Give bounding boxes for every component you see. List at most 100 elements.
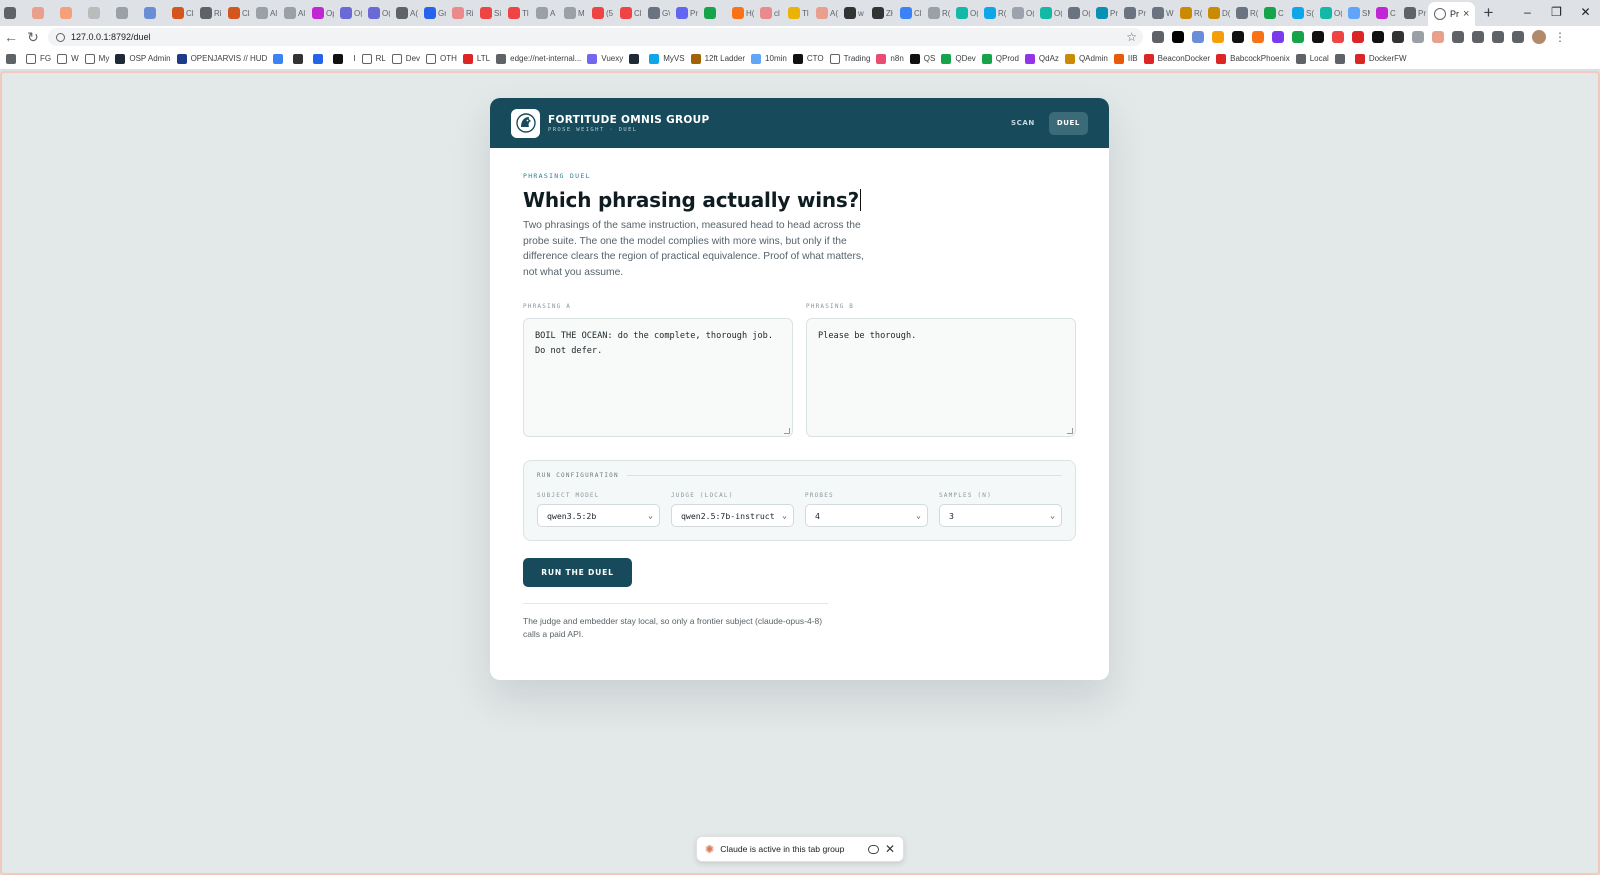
browser-tab[interactable]: Cl xyxy=(616,0,644,26)
resize-handle[interactable] xyxy=(1067,428,1073,434)
site-info-icon[interactable] xyxy=(56,32,65,42)
extension-icon[interactable] xyxy=(1472,31,1484,43)
bookmark-star-icon[interactable]: ☆ xyxy=(1126,30,1137,44)
bookmark-item[interactable]: BabcockPhoenix xyxy=(1216,53,1296,64)
browser-tab[interactable]: H( xyxy=(728,0,756,26)
close-window-button[interactable]: ✕ xyxy=(1571,0,1600,26)
browser-tab[interactable] xyxy=(84,0,112,26)
browser-tab[interactable]: SM xyxy=(1344,0,1372,26)
bookmark-item[interactable]: 10min xyxy=(751,53,793,64)
extension-icon[interactable] xyxy=(1392,31,1404,43)
bookmark-item[interactable] xyxy=(629,53,649,64)
close-tab-icon[interactable]: × xyxy=(1463,8,1469,20)
new-tab-button[interactable]: + xyxy=(1475,3,1501,23)
nav-scan[interactable]: SCAN xyxy=(1003,112,1043,135)
bookmark-item[interactable]: I xyxy=(353,54,361,63)
browser-tab[interactable]: R( xyxy=(1176,0,1204,26)
browser-tab[interactable]: O( xyxy=(1064,0,1092,26)
phrasing-b-textarea[interactable]: Please be thorough. xyxy=(806,318,1076,437)
browser-tab[interactable]: C xyxy=(1260,0,1288,26)
browser-tab[interactable]: A xyxy=(532,0,560,26)
browser-tab[interactable] xyxy=(0,0,28,26)
browser-tab[interactable] xyxy=(700,0,728,26)
bookmark-item[interactable]: RL xyxy=(361,53,392,64)
bookmark-item[interactable]: QS xyxy=(909,53,942,64)
address-bar[interactable]: 127.0.0.1:8792/duel ☆ xyxy=(48,28,1143,46)
bookmark-item[interactable]: BeaconDocker xyxy=(1143,53,1216,64)
browser-tab[interactable]: Op xyxy=(308,0,336,26)
browser-tab[interactable] xyxy=(56,0,84,26)
browser-tab[interactable]: Cl xyxy=(896,0,924,26)
avatar[interactable] xyxy=(1532,30,1546,44)
extension-icon[interactable] xyxy=(1452,31,1464,43)
subject-model-select[interactable]: qwen3.5:2b ⌄ xyxy=(537,504,660,527)
active-tab[interactable]: Pr × xyxy=(1428,2,1476,26)
browser-tab[interactable]: Pr xyxy=(1120,0,1148,26)
bookmark-item[interactable]: My xyxy=(84,53,116,64)
bookmark-item[interactable] xyxy=(333,53,353,64)
back-button[interactable]: ← xyxy=(0,29,22,45)
browser-tab[interactable]: Grc xyxy=(420,0,448,26)
nav-duel[interactable]: DUEL xyxy=(1048,111,1088,135)
chat-icon[interactable] xyxy=(867,844,879,854)
menu-icon[interactable]: ⋮ xyxy=(1554,30,1566,44)
browser-tab[interactable]: Zł xyxy=(868,0,896,26)
phrasing-a-textarea[interactable]: BOIL THE OCEAN: do the complete, thoroug… xyxy=(523,318,793,437)
bookmark-item[interactable]: QProd xyxy=(981,53,1025,64)
bookmark-item[interactable] xyxy=(313,53,333,64)
extension-icon[interactable] xyxy=(1272,31,1284,43)
browser-tab[interactable] xyxy=(140,0,168,26)
browser-tab[interactable]: O( xyxy=(1316,0,1344,26)
browser-tab[interactable]: (5 xyxy=(588,0,616,26)
bookmark-item[interactable]: CTO xyxy=(792,53,830,64)
browser-tab[interactable]: R( xyxy=(924,0,952,26)
extension-icon[interactable] xyxy=(1492,31,1504,43)
bookmark-item[interactable]: 12ft Ladder xyxy=(690,53,751,64)
probes-select[interactable]: 4 ⌄ xyxy=(805,504,928,527)
bookmark-item[interactable]: QdAz xyxy=(1024,53,1065,64)
extension-icon[interactable] xyxy=(1172,31,1184,43)
browser-tab[interactable]: Pr xyxy=(672,0,700,26)
browser-tab[interactable]: Ri xyxy=(448,0,476,26)
bookmark-item[interactable]: OPENJARVIS // HUD xyxy=(176,53,274,64)
bookmark-item[interactable]: MyVS xyxy=(649,53,690,64)
restore-button[interactable]: ❐ xyxy=(1542,0,1571,26)
minimize-button[interactable]: – xyxy=(1513,0,1542,26)
bookmark-item[interactable]: IIB xyxy=(1113,53,1144,64)
extension-icon[interactable] xyxy=(1292,31,1304,43)
extension-icon[interactable] xyxy=(1352,31,1364,43)
extension-icon[interactable] xyxy=(1412,31,1424,43)
browser-tab[interactable]: Al xyxy=(280,0,308,26)
bookmark-item[interactable]: QAdmin xyxy=(1064,53,1114,64)
extension-icon[interactable] xyxy=(1432,31,1444,43)
extension-icon[interactable] xyxy=(1152,31,1164,43)
judge-select[interactable]: qwen2.5:7b-instruct ⌄ xyxy=(671,504,794,527)
browser-tab[interactable]: Pr xyxy=(1092,0,1120,26)
bookmark-item[interactable]: Dev xyxy=(391,53,426,64)
samples-select[interactable]: 3 ⌄ xyxy=(939,504,1062,527)
browser-tab[interactable]: w xyxy=(840,0,868,26)
extension-icon[interactable] xyxy=(1372,31,1384,43)
browser-tab[interactable]: Tl xyxy=(504,0,532,26)
browser-tab[interactable]: S( xyxy=(1288,0,1316,26)
extension-icon[interactable] xyxy=(1232,31,1244,43)
bookmark-item[interactable]: W xyxy=(57,53,85,64)
browser-tab[interactable]: Si xyxy=(476,0,504,26)
browser-tab[interactable]: Pr xyxy=(1400,0,1428,26)
bookmark-item[interactable]: Local xyxy=(1295,53,1335,64)
bookmark-item[interactable]: FG xyxy=(26,53,57,64)
browser-tab[interactable]: Tl xyxy=(784,0,812,26)
browser-tab[interactable] xyxy=(28,0,56,26)
reload-button[interactable]: ↻ xyxy=(22,29,44,46)
run-duel-button[interactable]: RUN THE DUEL xyxy=(523,558,632,587)
browser-tab[interactable]: A( xyxy=(812,0,840,26)
browser-tab[interactable]: W xyxy=(1148,0,1176,26)
bookmark-item[interactable]: Trading xyxy=(829,53,877,64)
browser-tab[interactable]: G\ xyxy=(644,0,672,26)
browser-tab[interactable]: O( xyxy=(1008,0,1036,26)
browser-tab[interactable]: Al xyxy=(252,0,280,26)
browser-tab[interactable]: Cla xyxy=(224,0,252,26)
bookmark-item[interactable] xyxy=(1334,53,1355,64)
bookmark-item[interactable]: LTL xyxy=(462,53,496,64)
bookmark-item[interactable] xyxy=(273,53,293,64)
